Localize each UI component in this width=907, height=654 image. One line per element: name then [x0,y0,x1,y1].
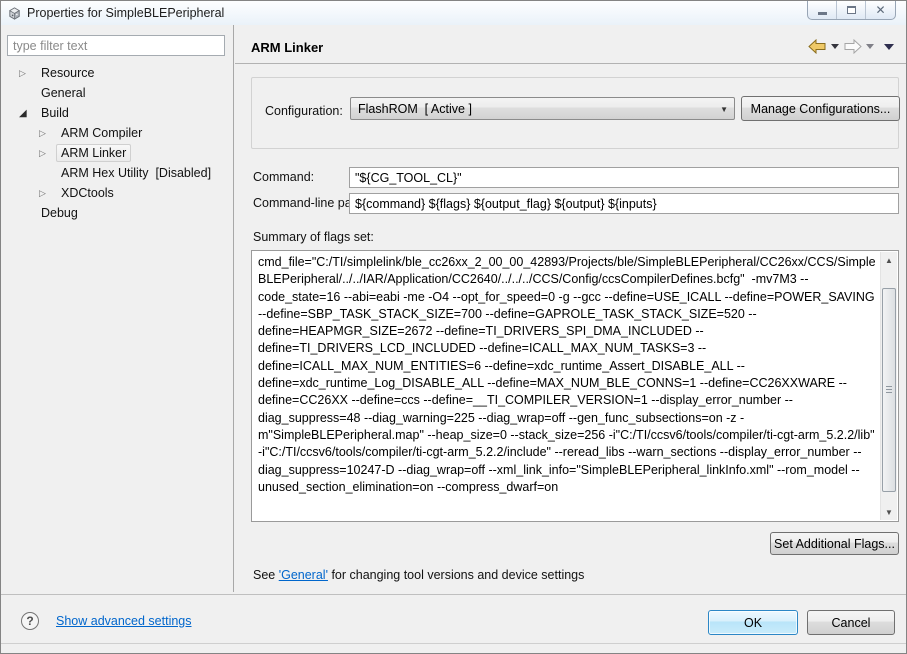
scroll-down-icon[interactable]: ▼ [881,504,897,520]
chevron-right-icon[interactable]: ▷ [39,188,56,199]
sidebar: ▷ Resource General ◢ Build ▷ ARM Compile… [1,25,234,592]
minimize-button[interactable] [808,1,837,19]
manage-configurations-button[interactable]: Manage Configurations... [741,96,900,121]
command-label: Command: [253,170,315,184]
scrollbar-thumb[interactable] [882,288,896,492]
tree-item-label: ARM Hex Utility [Disabled] [61,166,212,180]
forward-icon[interactable] [843,39,862,54]
tree-item-label: XDCtools [61,186,114,200]
sidebar-item-arm-compiler[interactable]: ▷ ARM Compiler [1,123,232,143]
tree-item-label: ARM Linker [56,144,132,162]
maximize-icon [846,6,856,14]
properties-dialog: Properties for SimpleBLEPeripheral ✕ ▷ R… [0,0,907,654]
scrollbar-grip-icon [886,386,892,394]
minimize-icon [817,12,827,15]
filter-input[interactable] [7,35,225,56]
view-menu-icon[interactable] [884,43,894,50]
command-input[interactable] [349,167,899,188]
ok-button[interactable]: OK [708,610,798,635]
command-line-pattern-input[interactable] [349,193,899,214]
tree-item-label: Resource [41,66,95,80]
configuration-label: Configuration: [265,104,343,118]
tree-item-label: General [41,86,86,100]
app-icon [9,6,20,20]
configuration-select[interactable]: FlashROM [ Active ] ▼ [350,97,735,120]
configuration-group: Configuration: FlashROM [ Active ] ▼ Man… [251,77,900,149]
chevron-right-icon[interactable]: ▷ [39,128,56,139]
tree-item-label: Debug [41,206,78,220]
history-nav [808,39,894,54]
header-separator [235,63,906,64]
flags-summary-label: Summary of flags set: [253,230,374,244]
help-button[interactable]: ? [21,612,39,630]
close-icon: ✕ [875,3,886,17]
chevron-down-icon: ▼ [720,105,728,114]
tree-item-label: ARM Compiler [61,126,143,140]
help-icon: ? [26,614,34,628]
flags-summary-box[interactable]: cmd_file="C:/TI/simplelink/ble_cc26xx_2_… [251,250,899,522]
show-advanced-settings-link[interactable]: Show advanced settings [56,614,192,628]
note-prefix: See [253,568,279,582]
cancel-button[interactable]: Cancel [807,610,895,635]
chevron-right-icon[interactable]: ▷ [39,148,56,159]
set-additional-flags-button[interactable]: Set Additional Flags... [770,532,899,555]
general-note: See 'General' for changing tool versions… [253,568,584,582]
tree-item-label: Build [41,106,69,120]
window-title: Properties for SimpleBLEPeripheral [27,6,225,20]
properties-tree: ▷ Resource General ◢ Build ▷ ARM Compile… [1,63,232,223]
general-link[interactable]: 'General' [279,568,328,582]
sidebar-item-arm-linker[interactable]: ▷ ARM Linker [1,143,232,163]
sidebar-item-arm-hex-utility[interactable]: ARM Hex Utility [Disabled] [1,163,232,183]
titlebar[interactable]: Properties for SimpleBLEPeripheral ✕ [1,1,906,25]
note-suffix: for changing tool versions and device se… [327,568,585,582]
back-dropdown-icon[interactable] [831,44,839,49]
chevron-expanded-icon[interactable]: ◢ [19,108,36,119]
back-icon[interactable] [808,39,827,54]
page-title: ARM Linker [251,40,324,55]
sidebar-item-debug[interactable]: Debug [1,203,232,223]
chevron-right-icon[interactable]: ▷ [19,68,36,79]
sidebar-item-xdctools[interactable]: ▷ XDCtools [1,183,232,203]
configuration-value: FlashROM [ Active ] [358,101,472,116]
window-bottom-edge [1,643,906,644]
maximize-button[interactable] [837,1,866,19]
sidebar-item-general[interactable]: General [1,83,232,103]
dialog-footer: ? Show advanced settings OK Cancel [1,594,906,653]
flags-scrollbar[interactable]: ▲ ▼ [880,252,897,520]
scroll-up-icon[interactable]: ▲ [881,252,897,268]
flags-summary-text: cmd_file="C:/TI/simplelink/ble_cc26xx_2_… [258,255,879,494]
forward-dropdown-icon[interactable] [866,44,874,49]
window-controls: ✕ [807,1,896,20]
sidebar-item-build[interactable]: ◢ Build [1,103,232,123]
sidebar-item-resource[interactable]: ▷ Resource [1,63,232,83]
close-button[interactable]: ✕ [866,1,895,19]
